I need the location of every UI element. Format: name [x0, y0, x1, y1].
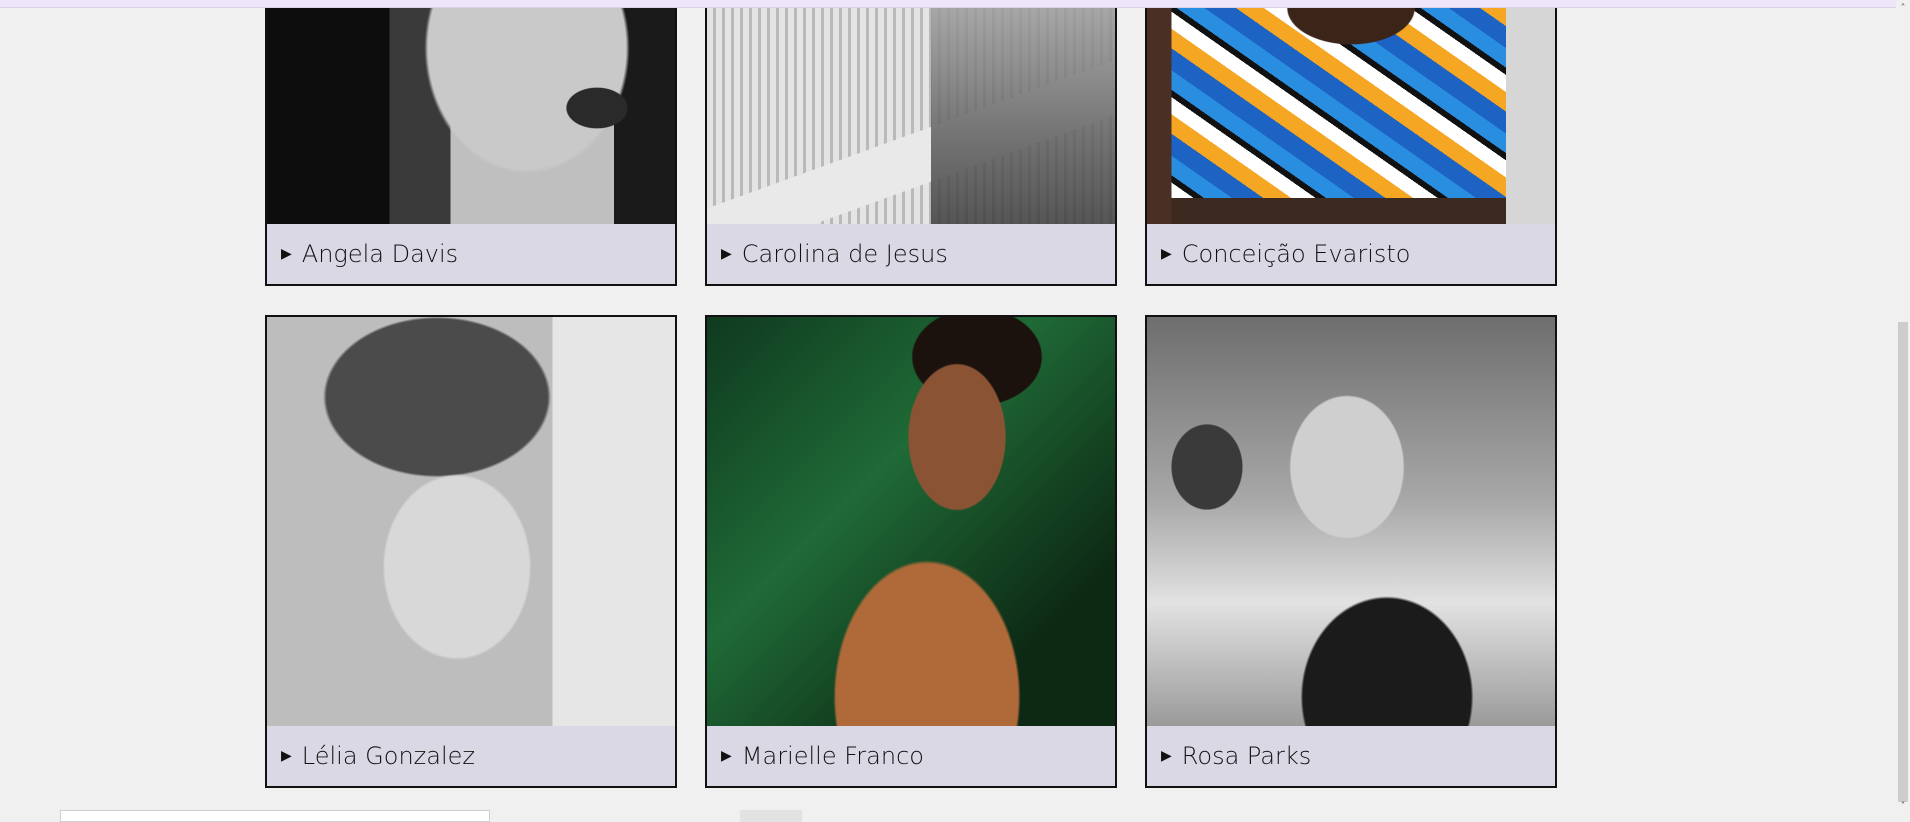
person-caption[interactable]: ▶ Carolina de Jesus	[707, 224, 1115, 284]
expand-triangle-icon: ▶	[281, 748, 292, 764]
person-photo[interactable]	[1147, 317, 1555, 726]
person-card-lelia-gonzalez[interactable]: ▶ Lélia Gonzalez	[265, 315, 677, 788]
person-name: Marielle Franco	[741, 742, 924, 770]
people-gallery: ▶ Angela Davis ▶ Carolina de Jesus ▶ Con…	[265, 8, 1557, 788]
expand-triangle-icon: ▶	[721, 246, 732, 262]
person-photo[interactable]	[707, 8, 1115, 224]
expand-triangle-icon: ▶	[721, 748, 732, 764]
top-strip	[0, 0, 1910, 8]
scroll-down-icon[interactable]: ˅	[1898, 800, 1908, 814]
scrollbar-thumb[interactable]	[1898, 322, 1908, 802]
person-caption[interactable]: ▶ Marielle Franco	[707, 726, 1115, 786]
expand-triangle-icon: ▶	[1161, 748, 1172, 764]
person-name: Conceição Evaristo	[1181, 240, 1411, 268]
person-caption[interactable]: ▶ Angela Davis	[267, 224, 675, 284]
person-photo[interactable]	[1147, 8, 1555, 224]
footer-input-edge[interactable]	[60, 810, 490, 822]
person-caption[interactable]: ▶ Conceição Evaristo	[1147, 224, 1555, 284]
person-card-marielle-franco[interactable]: ▶ Marielle Franco	[705, 315, 1117, 788]
person-photo[interactable]	[267, 8, 675, 224]
expand-triangle-icon: ▶	[281, 246, 292, 262]
person-caption[interactable]: ▶ Rosa Parks	[1147, 726, 1555, 786]
person-caption[interactable]: ▶ Lélia Gonzalez	[267, 726, 675, 786]
person-name: Carolina de Jesus	[741, 240, 948, 268]
person-card-conceicao-evaristo[interactable]: ▶ Conceição Evaristo	[1145, 8, 1557, 286]
vertical-scrollbar[interactable]: ˄ ˅	[1896, 0, 1910, 818]
expand-triangle-icon: ▶	[1161, 246, 1172, 262]
person-photo[interactable]	[267, 317, 675, 726]
person-name: Angela Davis	[301, 240, 459, 268]
person-card-carolina-de-jesus[interactable]: ▶ Carolina de Jesus	[705, 8, 1117, 286]
person-card-angela-davis[interactable]: ▶ Angela Davis	[265, 8, 677, 286]
scroll-up-icon[interactable]: ˄	[1898, 2, 1908, 16]
person-card-rosa-parks[interactable]: ▶ Rosa Parks	[1145, 315, 1557, 788]
footer-button-edge[interactable]	[740, 810, 802, 822]
person-name: Rosa Parks	[1181, 742, 1312, 770]
person-name: Lélia Gonzalez	[301, 742, 475, 770]
person-photo[interactable]	[707, 317, 1115, 726]
